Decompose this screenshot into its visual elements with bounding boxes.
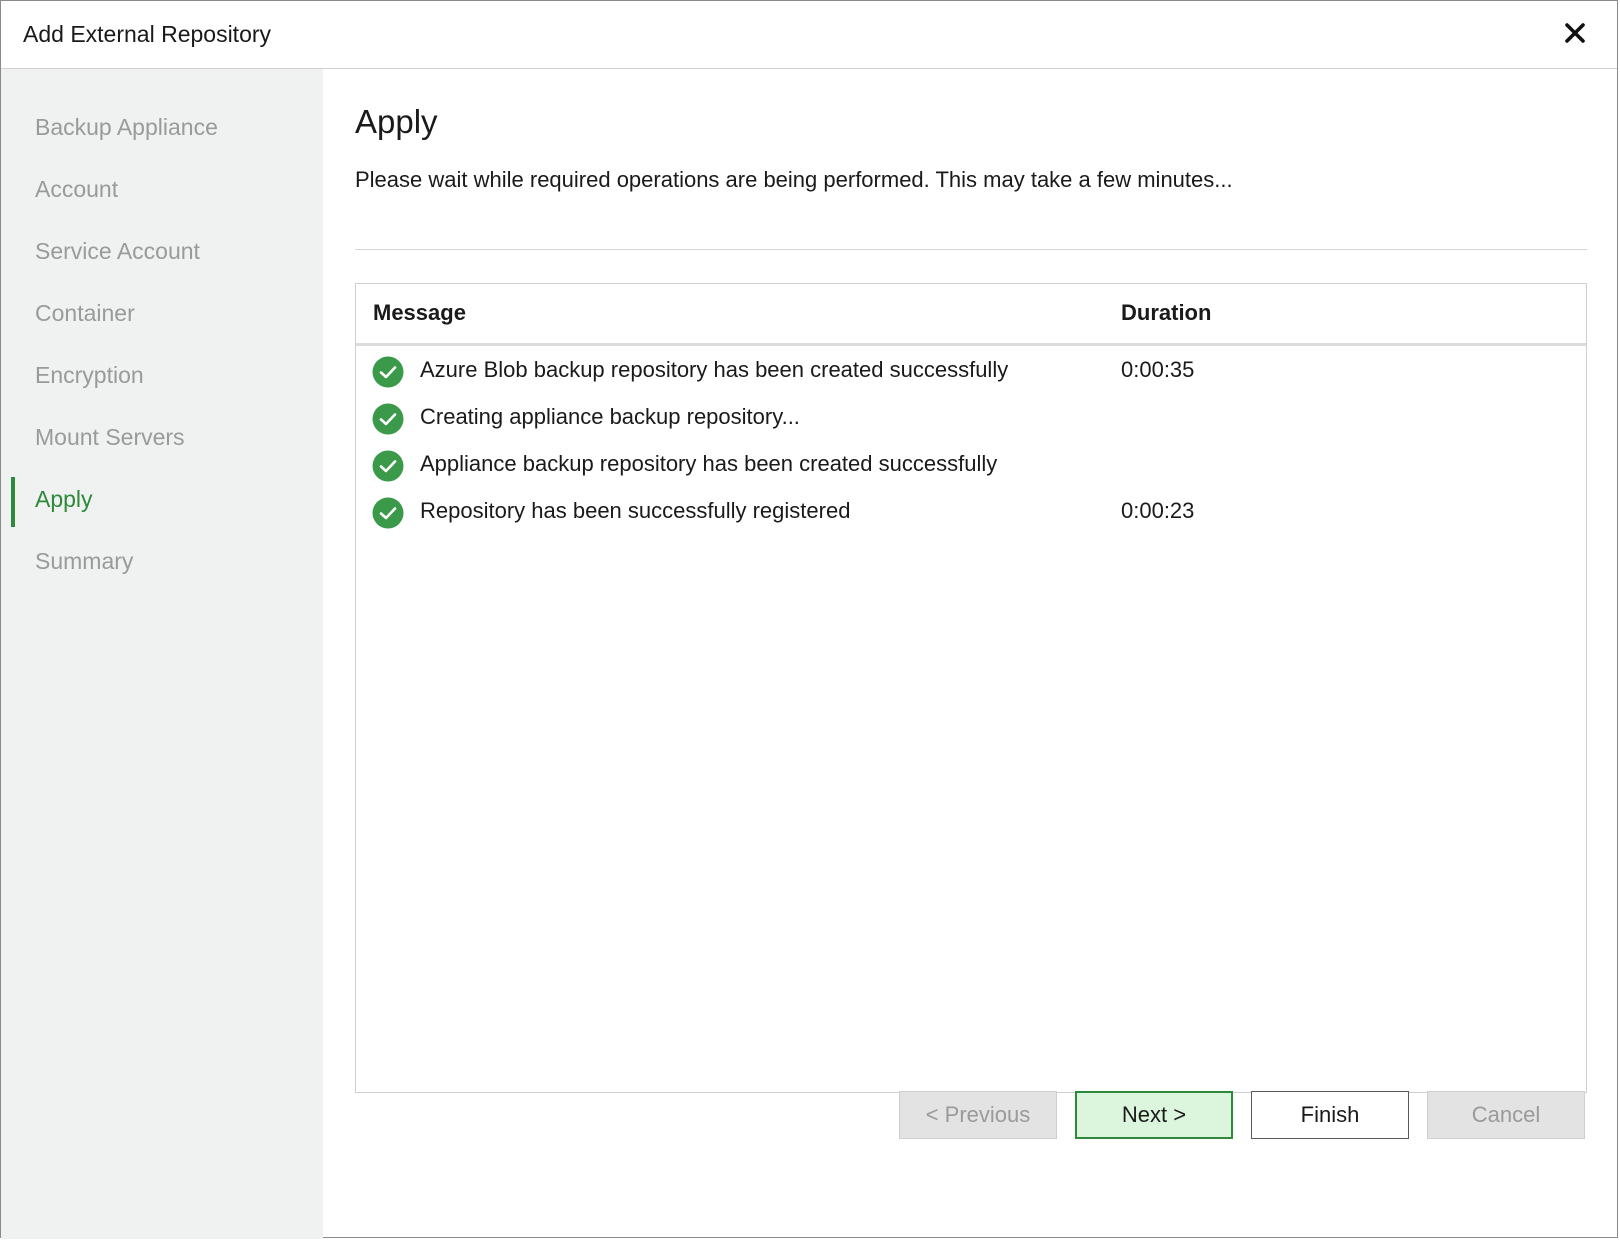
step-service-account[interactable]: Service Account (35, 238, 200, 265)
add-external-repository-dialog: Add External Repository Backup Appliance… (0, 0, 1618, 1239)
check-circle-icon (372, 497, 404, 529)
row-message: Azure Blob backup repository has been cr… (420, 357, 1009, 382)
step-account[interactable]: Account (35, 176, 118, 203)
step-summary[interactable]: Summary (35, 548, 133, 575)
main-content: Apply Please wait while required operati… (323, 69, 1617, 1237)
row-message: Repository has been successfully registe… (420, 498, 851, 523)
active-step-indicator (11, 477, 15, 527)
close-icon (1565, 23, 1585, 43)
page-title: Apply (355, 103, 438, 140)
row-duration: 0:00:23 (1121, 498, 1195, 523)
title-bar: Add External Repository (1, 1, 1617, 69)
table-row[interactable]: Appliance backup repository has been cre… (356, 442, 1586, 488)
check-circle-icon (372, 403, 404, 435)
step-container[interactable]: Container (35, 300, 135, 327)
table-row[interactable]: Azure Blob backup repository has been cr… (356, 348, 1586, 394)
table-row[interactable]: Repository has been successfully registe… (356, 489, 1586, 535)
divider (355, 249, 1587, 250)
finish-button[interactable]: Finish (1251, 1091, 1409, 1139)
row-duration: 0:00:35 (1121, 357, 1195, 382)
check-circle-icon (372, 356, 404, 388)
column-header-message[interactable]: Message (373, 300, 466, 326)
step-apply[interactable]: Apply (35, 486, 93, 513)
page-description: Please wait while required operations ar… (355, 167, 1233, 192)
step-backup-appliance[interactable]: Backup Appliance (35, 114, 218, 141)
table-header: Message Duration (356, 284, 1586, 346)
window-title: Add External Repository (23, 21, 272, 47)
row-message: Appliance backup repository has been cre… (420, 451, 998, 476)
step-mount-servers[interactable]: Mount Servers (35, 424, 185, 451)
column-header-duration[interactable]: Duration (1121, 300, 1211, 326)
row-message: Creating appliance backup repository... (420, 404, 800, 429)
cancel-button[interactable]: Cancel (1427, 1091, 1585, 1139)
wizard-steps-sidebar: Backup Appliance Account Service Account… (1, 69, 323, 1239)
close-button[interactable] (1557, 15, 1593, 51)
table-row[interactable]: Creating appliance backup repository... (356, 395, 1586, 441)
step-encryption[interactable]: Encryption (35, 362, 144, 389)
operations-log-table[interactable]: Message Duration Azure Blob backup repos… (355, 283, 1587, 1093)
next-button[interactable]: Next > (1075, 1091, 1233, 1139)
check-circle-icon (372, 450, 404, 482)
previous-button[interactable]: < Previous (899, 1091, 1057, 1139)
